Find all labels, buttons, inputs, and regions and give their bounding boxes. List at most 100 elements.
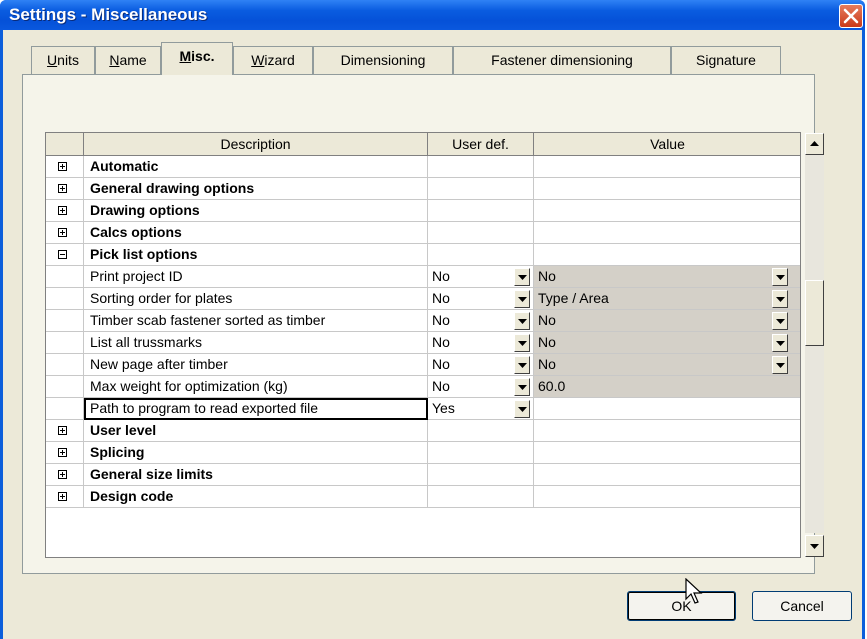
value-text: No: [538, 356, 556, 372]
user-def-dropdown-button[interactable]: [514, 290, 530, 308]
value-cell[interactable]: 60.0: [534, 376, 800, 398]
tab-misc-mnemonic: M: [179, 48, 192, 64]
tab-name[interactable]: Name: [95, 46, 161, 74]
value-dropdown-button[interactable]: [772, 312, 788, 330]
user-def-cell[interactable]: No: [428, 376, 534, 398]
description-cell[interactable]: Calcs options: [84, 222, 428, 244]
value-cell[interactable]: No: [534, 354, 800, 376]
grid-group-row[interactable]: User level: [46, 420, 800, 442]
description-cell[interactable]: Pick list options: [84, 244, 428, 266]
description-cell[interactable]: Splicing: [84, 442, 428, 464]
tab-fastener-dimensioning-label: Fastener dimensioning: [491, 52, 633, 68]
expand-plus-icon[interactable]: [58, 470, 67, 479]
user-def-dropdown-button[interactable]: [514, 400, 530, 418]
value-dropdown-button[interactable]: [772, 268, 788, 286]
value-cell[interactable]: No: [534, 310, 800, 332]
value-cell: [534, 222, 800, 244]
column-header-value[interactable]: Value: [534, 133, 800, 156]
scroll-up-button[interactable]: [805, 133, 824, 155]
grid-setting-row[interactable]: Sorting order for plates No Type / Area: [46, 288, 800, 310]
close-button[interactable]: [839, 4, 863, 28]
description-cell[interactable]: User level: [84, 420, 428, 442]
tab-units[interactable]: Units: [31, 46, 95, 74]
description-cell: Sorting order for plates: [84, 288, 428, 310]
expand-plus-icon[interactable]: [58, 184, 67, 193]
grid-setting-row[interactable]: Max weight for optimization (kg) No 60.0: [46, 376, 800, 398]
grid-setting-row[interactable]: New page after timber No No: [46, 354, 800, 376]
grid-group-row[interactable]: Calcs options: [46, 222, 800, 244]
user-def-cell[interactable]: No: [428, 332, 534, 354]
row-header-cell: [46, 266, 84, 288]
description-cell: Max weight for optimization (kg): [84, 376, 428, 398]
grid-group-row[interactable]: Automatic: [46, 156, 800, 178]
grid-setting-row[interactable]: Print project ID No No: [46, 266, 800, 288]
grid-setting-row[interactable]: List all trussmarks No No: [46, 332, 800, 354]
user-def-cell[interactable]: No: [428, 266, 534, 288]
row-header-cell: [46, 310, 84, 332]
user-def-cell: [428, 200, 534, 222]
scrollbar-thumb[interactable]: [805, 280, 824, 346]
expand-plus-icon[interactable]: [58, 448, 67, 457]
expand-plus-icon[interactable]: [58, 492, 67, 501]
user-def-cell: [428, 244, 534, 266]
grid-group-row[interactable]: General drawing options: [46, 178, 800, 200]
row-header-cell: [46, 442, 84, 464]
tab-signature[interactable]: Signature: [671, 46, 781, 74]
grid-group-row[interactable]: Splicing: [46, 442, 800, 464]
tab-wizard[interactable]: Wizard: [233, 46, 313, 74]
user-def-dropdown-button[interactable]: [514, 312, 530, 330]
expand-plus-icon[interactable]: [58, 228, 67, 237]
user-def-cell: [428, 178, 534, 200]
grid-group-row[interactable]: General size limits: [46, 464, 800, 486]
grid-group-row[interactable]: Pick list options: [46, 244, 800, 266]
collapse-minus-icon[interactable]: [58, 250, 67, 259]
grid-setting-row[interactable]: Timber scab fastener sorted as timber No N…: [46, 310, 800, 332]
value-dropdown-button[interactable]: [772, 356, 788, 374]
column-header-user-def[interactable]: User def.: [428, 133, 534, 156]
expand-plus-icon[interactable]: [58, 162, 67, 171]
grid-group-row[interactable]: Drawing options: [46, 200, 800, 222]
description-cell: Timber scab fastener sorted as timber: [84, 310, 428, 332]
tab-dimensioning[interactable]: Dimensioning: [313, 46, 453, 74]
user-def-dropdown-button[interactable]: [514, 356, 530, 374]
value-cell[interactable]: No: [534, 266, 800, 288]
grid-group-row[interactable]: Design code: [46, 486, 800, 508]
value-cell[interactable]: No: [534, 332, 800, 354]
tab-fastener-dimensioning[interactable]: Fastener dimensioning: [453, 46, 671, 74]
ok-button[interactable]: OK: [627, 591, 736, 621]
user-def-value: No: [432, 268, 450, 284]
expand-plus-icon[interactable]: [58, 426, 67, 435]
tab-units-label: nits: [57, 52, 79, 68]
value-cell[interactable]: [534, 398, 800, 420]
column-header-description[interactable]: Description: [84, 133, 428, 156]
description-cell[interactable]: General drawing options: [84, 178, 428, 200]
description-cell[interactable]: Design code: [84, 486, 428, 508]
user-def-dropdown-button[interactable]: [514, 268, 530, 286]
value-dropdown-button[interactable]: [772, 290, 788, 308]
scroll-down-button[interactable]: [805, 535, 824, 557]
title-bar[interactable]: Settings - Miscellaneous: [0, 0, 865, 30]
grid-setting-row[interactable]: Path to program to read exported file Yes: [46, 398, 800, 420]
expand-plus-icon[interactable]: [58, 206, 67, 215]
tab-misc[interactable]: Misc.: [161, 42, 233, 75]
description-cell[interactable]: General size limits: [84, 464, 428, 486]
cancel-button[interactable]: Cancel: [752, 591, 852, 621]
value-cell: [534, 244, 800, 266]
settings-grid: Description User def. Value Automatic Gen…: [45, 132, 801, 558]
description-cell[interactable]: Drawing options: [84, 200, 428, 222]
tab-misc-label: isc.: [191, 48, 215, 64]
description-cell[interactable]: Automatic: [84, 156, 428, 178]
value-text: No: [538, 268, 556, 284]
user-def-dropdown-button[interactable]: [514, 334, 530, 352]
value-cell[interactable]: Type / Area: [534, 288, 800, 310]
user-def-cell[interactable]: Yes: [428, 398, 534, 420]
value-cell: [534, 464, 800, 486]
user-def-cell[interactable]: No: [428, 288, 534, 310]
user-def-cell: [428, 464, 534, 486]
value-dropdown-button[interactable]: [772, 334, 788, 352]
user-def-cell[interactable]: No: [428, 310, 534, 332]
row-header-cell: [46, 200, 84, 222]
user-def-dropdown-button[interactable]: [514, 378, 530, 396]
row-header-cell: [46, 486, 84, 508]
user-def-cell[interactable]: No: [428, 354, 534, 376]
